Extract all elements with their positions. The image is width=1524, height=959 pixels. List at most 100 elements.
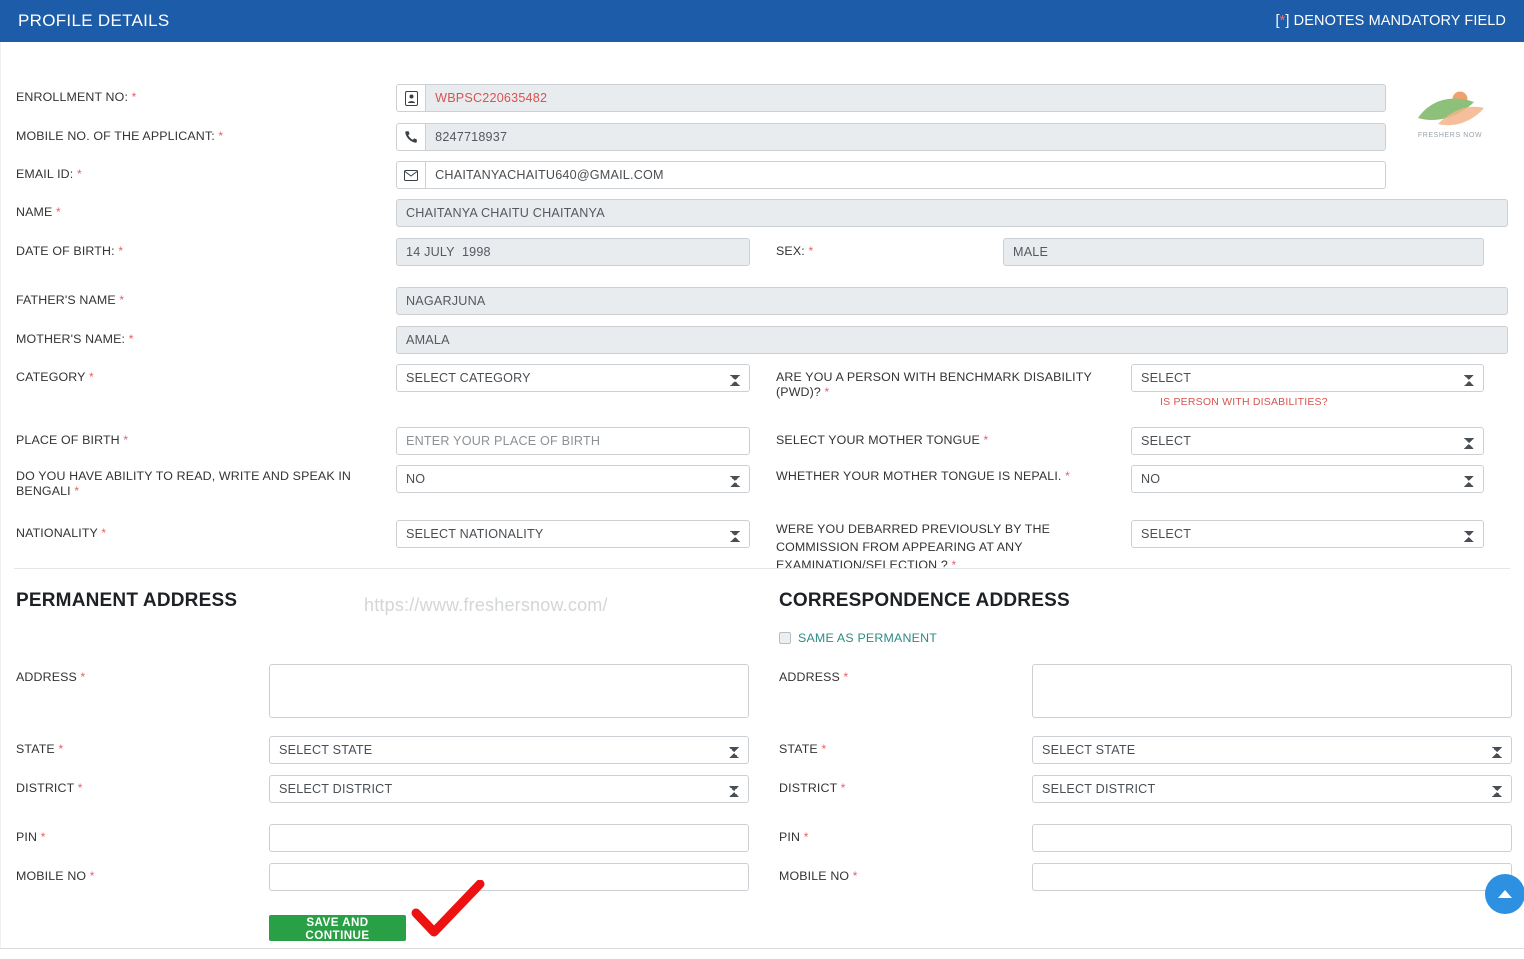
field-row-permanent-state: STATE * SELECT STATE: [16, 736, 749, 764]
label-dob: DATE OF BIRTH: *: [16, 238, 396, 259]
required-asterisk: *: [852, 869, 858, 883]
label-enrollment: ENROLLMENT NO: *: [16, 84, 396, 105]
label-permanent-district-text: DISTRICT: [16, 781, 75, 795]
same-as-permanent-checkbox[interactable]: [779, 632, 791, 644]
label-correspondence-address-text: ADDRESS: [779, 670, 840, 684]
label-correspondence-district-text: DISTRICT: [779, 781, 838, 795]
required-asterisk: *: [983, 433, 989, 447]
correspondence-district-select[interactable]: SELECT DISTRICT: [1032, 775, 1512, 803]
place-of-birth-input[interactable]: [396, 427, 750, 455]
required-asterisk: *: [840, 781, 846, 795]
correspondence-address-heading: CORRESPONDENCE ADDRESS: [779, 590, 1070, 611]
envelope-icon: [396, 161, 426, 189]
field-row-permanent-mobile: MOBILE NO *: [16, 863, 749, 891]
section-divider: [14, 568, 1510, 569]
label-permanent-mobile: MOBILE NO *: [16, 863, 269, 884]
freshersnow-logo: FRESHERS NOW: [1412, 88, 1488, 150]
required-asterisk: *: [119, 293, 125, 307]
label-mother-text: MOTHER'S NAME:: [16, 332, 126, 346]
required-asterisk: *: [1065, 469, 1070, 483]
profile-details-page: PROFILE DETAILS [*] DENOTES MANDATORY FI…: [0, 0, 1524, 959]
pwd-helper-text: IS PERSON WITH DISABILITIES?: [1160, 396, 1328, 408]
label-debarred: WERE YOU DEBARRED PREVIOUSLY BY THE COMM…: [750, 520, 1131, 574]
category-select[interactable]: SELECT CATEGORY: [396, 364, 750, 392]
label-nationality: NATIONALITY *: [16, 520, 396, 541]
required-asterisk: *: [80, 670, 86, 684]
id-card-icon: [396, 84, 426, 112]
correspondence-mobile-input[interactable]: [1032, 863, 1512, 891]
mandatory-note-suffix: ] DENOTES MANDATORY FIELD: [1285, 13, 1506, 29]
label-correspondence-address: ADDRESS *: [779, 664, 1032, 685]
required-asterisk: *: [218, 129, 224, 143]
field-row-father: FATHER'S NAME *: [16, 287, 1512, 315]
required-asterisk: *: [74, 484, 80, 498]
field-row-category-pwd: CATEGORY * SELECT CATEGORY ARE YOU A PER…: [16, 364, 1512, 400]
enrollment-input[interactable]: [425, 84, 1386, 112]
bengali-select[interactable]: NO: [396, 465, 750, 493]
label-permanent-state: STATE *: [16, 736, 269, 757]
label-permanent-pin-text: PIN: [16, 830, 38, 844]
field-row-permanent-district: DISTRICT * SELECT DISTRICT: [16, 775, 749, 803]
same-as-permanent-checkbox-row[interactable]: SAME AS PERMANENT: [779, 631, 937, 645]
email-input[interactable]: [425, 161, 1386, 189]
field-row-correspondence-address: ADDRESS *: [779, 664, 1512, 723]
permanent-state-select[interactable]: SELECT STATE: [269, 736, 749, 764]
watermark-url: https://www.freshersnow.com/: [364, 595, 608, 615]
label-email: EMAIL ID: *: [16, 161, 396, 182]
field-row-dob-sex: DATE OF BIRTH: * SEX: * MALE: [16, 238, 1512, 266]
label-permanent-address-text: ADDRESS: [16, 670, 77, 684]
label-email-text: EMAIL ID:: [16, 167, 74, 181]
field-row-permanent-pin: PIN *: [16, 824, 749, 852]
required-asterisk: *: [89, 869, 95, 883]
name-input[interactable]: [396, 199, 1508, 227]
label-pwd: ARE YOU A PERSON WITH BENCHMARK DISABILI…: [750, 364, 1131, 400]
father-name-input[interactable]: [396, 287, 1508, 315]
mother-tongue-select[interactable]: SELECT: [1131, 427, 1484, 455]
required-asterisk: *: [118, 244, 124, 258]
label-correspondence-pin-text: PIN: [779, 830, 801, 844]
debarred-select[interactable]: SELECT: [1131, 520, 1484, 548]
mobile-input[interactable]: [425, 123, 1386, 151]
nationality-select[interactable]: SELECT NATIONALITY: [396, 520, 750, 548]
label-place-of-birth-text: PLACE OF BIRTH: [16, 433, 120, 447]
permanent-mobile-input[interactable]: [269, 863, 749, 891]
mother-name-input[interactable]: [396, 326, 1508, 354]
pwd-select[interactable]: SELECT: [1131, 364, 1484, 392]
permanent-district-select[interactable]: SELECT DISTRICT: [269, 775, 749, 803]
logo-mark-icon: [1412, 88, 1488, 132]
scroll-to-top-button[interactable]: [1485, 874, 1524, 914]
label-permanent-district: DISTRICT *: [16, 775, 269, 796]
nepali-select[interactable]: NO: [1131, 465, 1484, 493]
dob-input[interactable]: [396, 238, 750, 266]
correspondence-pin-input[interactable]: [1032, 824, 1512, 852]
label-correspondence-district: DISTRICT *: [779, 775, 1032, 796]
required-asterisk: *: [808, 244, 814, 258]
save-and-continue-button[interactable]: SAVE AND CONTINUE: [269, 915, 406, 942]
correspondence-address-textarea[interactable]: [1032, 664, 1512, 718]
label-sex: SEX: *: [750, 238, 1003, 259]
label-category-text: CATEGORY: [16, 370, 86, 384]
label-pwd-text: ARE YOU A PERSON WITH BENCHMARK DISABILI…: [776, 370, 1092, 399]
label-mother: MOTHER'S NAME: *: [16, 326, 396, 347]
correspondence-state-select[interactable]: SELECT STATE: [1032, 736, 1512, 764]
label-permanent-mobile-text: MOBILE NO: [16, 869, 87, 883]
required-asterisk: *: [821, 742, 827, 756]
field-row-correspondence-district: DISTRICT * SELECT DISTRICT: [779, 775, 1512, 803]
field-row-email: EMAIL ID: *: [16, 161, 1386, 189]
email-input-group: [396, 161, 1386, 189]
label-nationality-text: NATIONALITY: [16, 526, 98, 540]
sex-select[interactable]: MALE: [1003, 238, 1484, 266]
permanent-address-textarea[interactable]: [269, 664, 749, 718]
permanent-pin-input[interactable]: [269, 824, 749, 852]
required-asterisk: *: [123, 433, 129, 447]
logo-text: FRESHERS NOW: [1417, 132, 1483, 139]
field-row-correspondence-state: STATE * SELECT STATE: [779, 736, 1512, 764]
label-mobile: MOBILE NO. OF THE APPLICANT: *: [16, 123, 396, 144]
required-asterisk: *: [128, 332, 134, 346]
required-asterisk: *: [77, 781, 83, 795]
enrollment-input-group: [396, 84, 1386, 112]
label-correspondence-state-text: STATE: [779, 742, 818, 756]
same-as-permanent-label[interactable]: SAME AS PERMANENT: [798, 631, 937, 645]
field-row-mobile: MOBILE NO. OF THE APPLICANT: *: [16, 123, 1386, 151]
label-mother-tongue: SELECT YOUR MOTHER TONGUE *: [750, 427, 1131, 448]
